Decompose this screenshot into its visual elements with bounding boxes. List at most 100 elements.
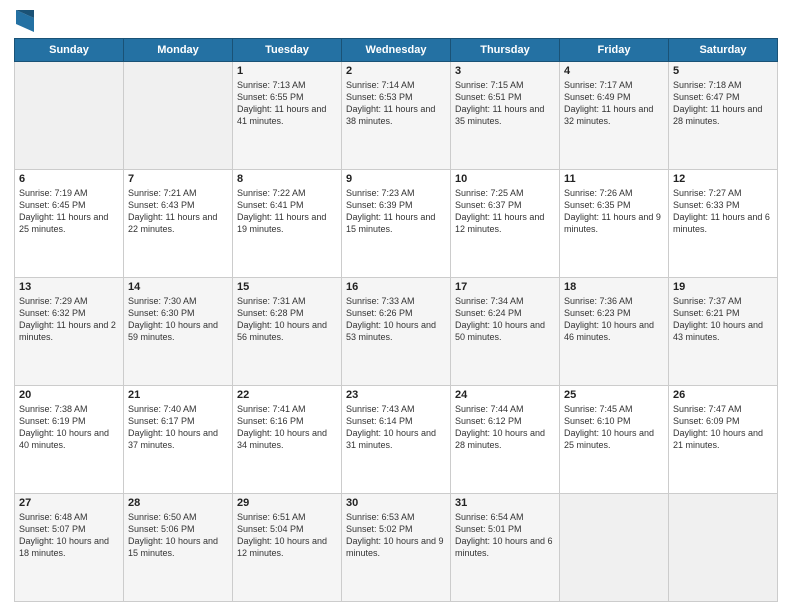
cell-content: Sunrise: 7:33 AMSunset: 6:26 PMDaylight:… [346,295,446,344]
day-number: 7 [128,173,228,185]
day-number: 18 [564,281,664,293]
cell-content: Sunrise: 7:13 AMSunset: 6:55 PMDaylight:… [237,79,337,128]
day-number: 4 [564,65,664,77]
day-number: 29 [237,497,337,509]
day-number: 11 [564,173,664,185]
day-number: 2 [346,65,446,77]
day-number: 3 [455,65,555,77]
calendar-cell: 18 Sunrise: 7:36 AMSunset: 6:23 PMDayligh… [560,278,669,386]
calendar-cell: 12 Sunrise: 7:27 AMSunset: 6:33 PMDayligh… [669,170,778,278]
weekday-header-wednesday: Wednesday [342,39,451,62]
day-number: 5 [673,65,773,77]
cell-content: Sunrise: 7:18 AMSunset: 6:47 PMDaylight:… [673,79,773,128]
cell-content: Sunrise: 6:51 AMSunset: 5:04 PMDaylight:… [237,511,337,560]
cell-content: Sunrise: 7:43 AMSunset: 6:14 PMDaylight:… [346,403,446,452]
cell-content: Sunrise: 7:17 AMSunset: 6:49 PMDaylight:… [564,79,664,128]
day-number: 30 [346,497,446,509]
cell-content: Sunrise: 7:40 AMSunset: 6:17 PMDaylight:… [128,403,228,452]
day-number: 23 [346,389,446,401]
day-number: 1 [237,65,337,77]
cell-content: Sunrise: 6:50 AMSunset: 5:06 PMDaylight:… [128,511,228,560]
calendar-week-row: 1 Sunrise: 7:13 AMSunset: 6:55 PMDaylight… [15,62,778,170]
weekday-header-friday: Friday [560,39,669,62]
day-number: 20 [19,389,119,401]
day-number: 8 [237,173,337,185]
calendar-cell: 5 Sunrise: 7:18 AMSunset: 6:47 PMDaylight… [669,62,778,170]
calendar-cell: 19Sunrise: 7:37 AMSunset: 6:21 PMDayligh… [669,278,778,386]
cell-content: Sunrise: 7:41 AMSunset: 6:16 PMDaylight:… [237,403,337,452]
weekday-header-tuesday: Tuesday [233,39,342,62]
day-number: 17 [455,281,555,293]
weekday-header-saturday: Saturday [669,39,778,62]
cell-content: Sunrise: 7:34 AMSunset: 6:24 PMDaylight:… [455,295,555,344]
calendar-cell: 25 Sunrise: 7:45 AMSunset: 6:10 PMDayligh… [560,386,669,494]
weekday-header-sunday: Sunday [15,39,124,62]
calendar-cell: 30 Sunrise: 6:53 AMSunset: 5:02 PMDayligh… [342,494,451,602]
calendar-cell: 1 Sunrise: 7:13 AMSunset: 6:55 PMDaylight… [233,62,342,170]
calendar-cell: 21 Sunrise: 7:40 AMSunset: 6:17 PMDayligh… [124,386,233,494]
cell-content: Sunrise: 7:19 AMSunset: 6:45 PMDaylight:… [19,187,119,236]
cell-content: Sunrise: 6:48 AMSunset: 5:07 PMDaylight:… [19,511,119,560]
day-number: 13 [19,281,119,293]
calendar-week-row: 27Sunrise: 6:48 AMSunset: 5:07 PMDayligh… [15,494,778,602]
calendar-table: SundayMondayTuesdayWednesdayThursdayFrid… [14,38,778,602]
cell-content: Sunrise: 7:45 AMSunset: 6:10 PMDaylight:… [564,403,664,452]
day-number: 15 [237,281,337,293]
calendar-cell: 7 Sunrise: 7:21 AMSunset: 6:43 PMDaylight… [124,170,233,278]
cell-content: Sunrise: 7:15 AMSunset: 6:51 PMDaylight:… [455,79,555,128]
cell-content: Sunrise: 7:25 AMSunset: 6:37 PMDaylight:… [455,187,555,236]
day-number: 25 [564,389,664,401]
calendar-cell [669,494,778,602]
calendar-cell: 27Sunrise: 6:48 AMSunset: 5:07 PMDayligh… [15,494,124,602]
day-number: 6 [19,173,119,185]
day-number: 9 [346,173,446,185]
calendar-cell [124,62,233,170]
cell-content: Sunrise: 7:22 AMSunset: 6:41 PMDaylight:… [237,187,337,236]
day-number: 12 [673,173,773,185]
calendar-cell: 24 Sunrise: 7:44 AMSunset: 6:12 PMDayligh… [451,386,560,494]
calendar-cell: 15Sunrise: 7:31 AMSunset: 6:28 PMDayligh… [233,278,342,386]
calendar-week-row: 13 Sunrise: 7:29 AMSunset: 6:32 PMDayligh… [15,278,778,386]
day-number: 26 [673,389,773,401]
day-number: 28 [128,497,228,509]
cell-content: Sunrise: 7:27 AMSunset: 6:33 PMDaylight:… [673,187,773,236]
weekday-header-row: SundayMondayTuesdayWednesdayThursdayFrid… [15,39,778,62]
calendar-cell: 3 Sunrise: 7:15 AMSunset: 6:51 PMDaylight… [451,62,560,170]
cell-content: Sunrise: 7:47 AMSunset: 6:09 PMDaylight:… [673,403,773,452]
page: SundayMondayTuesdayWednesdayThursdayFrid… [0,0,792,612]
cell-content: Sunrise: 7:44 AMSunset: 6:12 PMDaylight:… [455,403,555,452]
cell-content: Sunrise: 6:53 AMSunset: 5:02 PMDaylight:… [346,511,446,560]
calendar-cell: 6 Sunrise: 7:19 AMSunset: 6:45 PMDaylight… [15,170,124,278]
cell-content: Sunrise: 7:23 AMSunset: 6:39 PMDaylight:… [346,187,446,236]
calendar-cell: 31Sunrise: 6:54 AMSunset: 5:01 PMDayligh… [451,494,560,602]
calendar-cell: 20Sunrise: 7:38 AMSunset: 6:19 PMDayligh… [15,386,124,494]
logo-icon [16,10,34,32]
day-number: 22 [237,389,337,401]
day-number: 21 [128,389,228,401]
cell-content: Sunrise: 6:54 AMSunset: 5:01 PMDaylight:… [455,511,555,560]
calendar-week-row: 20Sunrise: 7:38 AMSunset: 6:19 PMDayligh… [15,386,778,494]
calendar-cell: 13 Sunrise: 7:29 AMSunset: 6:32 PMDayligh… [15,278,124,386]
calendar-cell: 26 Sunrise: 7:47 AMSunset: 6:09 PMDayligh… [669,386,778,494]
weekday-header-monday: Monday [124,39,233,62]
calendar-cell: 2 Sunrise: 7:14 AMSunset: 6:53 PMDaylight… [342,62,451,170]
calendar-cell: 10 Sunrise: 7:25 AMSunset: 6:37 PMDayligh… [451,170,560,278]
calendar-week-row: 6 Sunrise: 7:19 AMSunset: 6:45 PMDaylight… [15,170,778,278]
calendar-cell [15,62,124,170]
day-number: 24 [455,389,555,401]
cell-content: Sunrise: 7:21 AMSunset: 6:43 PMDaylight:… [128,187,228,236]
weekday-header-thursday: Thursday [451,39,560,62]
cell-content: Sunrise: 7:14 AMSunset: 6:53 PMDaylight:… [346,79,446,128]
calendar-cell: 8 Sunrise: 7:22 AMSunset: 6:41 PMDaylight… [233,170,342,278]
calendar-cell: 4 Sunrise: 7:17 AMSunset: 6:49 PMDaylight… [560,62,669,170]
calendar-cell: 9 Sunrise: 7:23 AMSunset: 6:39 PMDaylight… [342,170,451,278]
cell-content: Sunrise: 7:29 AMSunset: 6:32 PMDaylight:… [19,295,119,344]
calendar-cell: 14Sunrise: 7:30 AMSunset: 6:30 PMDayligh… [124,278,233,386]
cell-content: Sunrise: 7:37 AMSunset: 6:21 PMDaylight:… [673,295,773,344]
cell-content: Sunrise: 7:36 AMSunset: 6:23 PMDaylight:… [564,295,664,344]
calendar-cell [560,494,669,602]
calendar-cell: 16 Sunrise: 7:33 AMSunset: 6:26 PMDayligh… [342,278,451,386]
cell-content: Sunrise: 7:26 AMSunset: 6:35 PMDaylight:… [564,187,664,236]
day-number: 10 [455,173,555,185]
day-number: 16 [346,281,446,293]
